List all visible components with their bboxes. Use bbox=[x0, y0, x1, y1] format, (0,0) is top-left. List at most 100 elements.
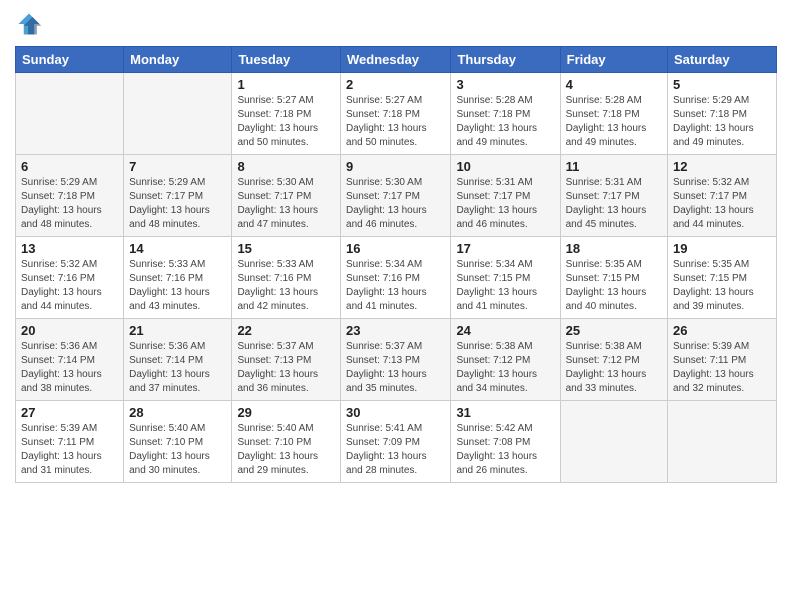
day-info: Sunrise: 5:30 AM Sunset: 7:17 PM Dayligh… bbox=[237, 176, 335, 232]
calendar-cell bbox=[124, 73, 232, 155]
day-number: 30 bbox=[346, 405, 445, 420]
calendar-table: SundayMondayTuesdayWednesdayThursdayFrid… bbox=[15, 46, 777, 483]
day-info: Sunrise: 5:36 AM Sunset: 7:14 PM Dayligh… bbox=[21, 340, 118, 396]
day-info: Sunrise: 5:40 AM Sunset: 7:10 PM Dayligh… bbox=[237, 422, 335, 478]
day-number: 21 bbox=[129, 323, 226, 338]
calendar-cell: 30 Sunrise: 5:41 AM Sunset: 7:09 PM Dayli… bbox=[341, 401, 451, 483]
day-number: 26 bbox=[673, 323, 771, 338]
day-info: Sunrise: 5:29 AM Sunset: 7:18 PM Dayligh… bbox=[673, 94, 771, 150]
day-number: 23 bbox=[346, 323, 445, 338]
day-number: 15 bbox=[237, 241, 335, 256]
calendar-cell: 6Sunrise: 5:29 AM Sunset: 7:18 PM Daylig… bbox=[16, 155, 124, 237]
day-info: Sunrise: 5:33 AM Sunset: 7:16 PM Dayligh… bbox=[237, 258, 335, 314]
day-number: 27 bbox=[21, 405, 118, 420]
calendar-week-row: 1Sunrise: 5:27 AM Sunset: 7:18 PM Daylig… bbox=[16, 73, 777, 155]
calendar-cell: 18 Sunrise: 5:35 AM Sunset: 7:15 PM Dayli… bbox=[560, 237, 667, 319]
day-info: Sunrise: 5:40 AM Sunset: 7:10 PM Dayligh… bbox=[129, 422, 226, 478]
day-info: Sunrise: 5:38 AM Sunset: 7:12 PM Dayligh… bbox=[456, 340, 554, 396]
day-info: Sunrise: 5:34 AM Sunset: 7:16 PM Dayligh… bbox=[346, 258, 445, 314]
calendar-cell: 21 Sunrise: 5:36 AM Sunset: 7:14 PM Dayli… bbox=[124, 319, 232, 401]
day-number: 10 bbox=[456, 159, 554, 174]
calendar-cell: 19 Sunrise: 5:35 AM Sunset: 7:15 PM Dayli… bbox=[668, 237, 777, 319]
calendar-cell: 13 Sunrise: 5:32 AM Sunset: 7:16 PM Dayli… bbox=[16, 237, 124, 319]
day-number: 29 bbox=[237, 405, 335, 420]
day-header-saturday: Saturday bbox=[668, 47, 777, 73]
calendar-cell: 23 Sunrise: 5:37 AM Sunset: 7:13 PM Dayli… bbox=[341, 319, 451, 401]
day-info: Sunrise: 5:30 AM Sunset: 7:17 PM Dayligh… bbox=[346, 176, 445, 232]
calendar-cell: 9 Sunrise: 5:30 AM Sunset: 7:17 PM Daylig… bbox=[341, 155, 451, 237]
calendar-cell: 4Sunrise: 5:28 AM Sunset: 7:18 PM Daylig… bbox=[560, 73, 667, 155]
day-number: 12 bbox=[673, 159, 771, 174]
calendar-cell: 8 Sunrise: 5:30 AM Sunset: 7:17 PM Daylig… bbox=[232, 155, 341, 237]
calendar-week-row: 13 Sunrise: 5:32 AM Sunset: 7:16 PM Dayli… bbox=[16, 237, 777, 319]
calendar-cell bbox=[668, 401, 777, 483]
day-number: 28 bbox=[129, 405, 226, 420]
calendar-header-row: SundayMondayTuesdayWednesdayThursdayFrid… bbox=[16, 47, 777, 73]
day-number: 18 bbox=[566, 241, 662, 256]
day-info: Sunrise: 5:42 AM Sunset: 7:08 PM Dayligh… bbox=[456, 422, 554, 478]
day-header-wednesday: Wednesday bbox=[341, 47, 451, 73]
day-info: Sunrise: 5:39 AM Sunset: 7:11 PM Dayligh… bbox=[673, 340, 771, 396]
day-info: Sunrise: 5:28 AM Sunset: 7:18 PM Dayligh… bbox=[566, 94, 662, 150]
day-info: Sunrise: 5:29 AM Sunset: 7:17 PM Dayligh… bbox=[129, 176, 226, 232]
day-number: 20 bbox=[21, 323, 118, 338]
calendar-cell: 16 Sunrise: 5:34 AM Sunset: 7:16 PM Dayli… bbox=[341, 237, 451, 319]
day-info: Sunrise: 5:29 AM Sunset: 7:18 PM Dayligh… bbox=[21, 176, 118, 232]
calendar-cell bbox=[16, 73, 124, 155]
day-header-tuesday: Tuesday bbox=[232, 47, 341, 73]
calendar-cell: 26 Sunrise: 5:39 AM Sunset: 7:11 PM Dayli… bbox=[668, 319, 777, 401]
calendar-week-row: 6Sunrise: 5:29 AM Sunset: 7:18 PM Daylig… bbox=[16, 155, 777, 237]
day-header-thursday: Thursday bbox=[451, 47, 560, 73]
day-info: Sunrise: 5:37 AM Sunset: 7:13 PM Dayligh… bbox=[346, 340, 445, 396]
calendar-week-row: 27 Sunrise: 5:39 AM Sunset: 7:11 PM Dayli… bbox=[16, 401, 777, 483]
calendar-cell: 12 Sunrise: 5:32 AM Sunset: 7:17 PM Dayli… bbox=[668, 155, 777, 237]
day-info: Sunrise: 5:34 AM Sunset: 7:15 PM Dayligh… bbox=[456, 258, 554, 314]
day-info: Sunrise: 5:31 AM Sunset: 7:17 PM Dayligh… bbox=[566, 176, 662, 232]
day-info: Sunrise: 5:33 AM Sunset: 7:16 PM Dayligh… bbox=[129, 258, 226, 314]
calendar-cell: 27 Sunrise: 5:39 AM Sunset: 7:11 PM Dayli… bbox=[16, 401, 124, 483]
day-info: Sunrise: 5:39 AM Sunset: 7:11 PM Dayligh… bbox=[21, 422, 118, 478]
day-number: 19 bbox=[673, 241, 771, 256]
day-number: 16 bbox=[346, 241, 445, 256]
calendar-cell: 25 Sunrise: 5:38 AM Sunset: 7:12 PM Dayli… bbox=[560, 319, 667, 401]
day-number: 14 bbox=[129, 241, 226, 256]
calendar-cell: 31 Sunrise: 5:42 AM Sunset: 7:08 PM Dayli… bbox=[451, 401, 560, 483]
calendar-cell: 29 Sunrise: 5:40 AM Sunset: 7:10 PM Dayli… bbox=[232, 401, 341, 483]
day-info: Sunrise: 5:38 AM Sunset: 7:12 PM Dayligh… bbox=[566, 340, 662, 396]
day-number: 5 bbox=[673, 77, 771, 92]
calendar-cell: 11Sunrise: 5:31 AM Sunset: 7:17 PM Dayli… bbox=[560, 155, 667, 237]
day-info: Sunrise: 5:31 AM Sunset: 7:17 PM Dayligh… bbox=[456, 176, 554, 232]
day-number: 13 bbox=[21, 241, 118, 256]
calendar-cell: 20 Sunrise: 5:36 AM Sunset: 7:14 PM Dayli… bbox=[16, 319, 124, 401]
calendar-cell: 3Sunrise: 5:28 AM Sunset: 7:18 PM Daylig… bbox=[451, 73, 560, 155]
day-number: 9 bbox=[346, 159, 445, 174]
day-info: Sunrise: 5:32 AM Sunset: 7:17 PM Dayligh… bbox=[673, 176, 771, 232]
day-number: 8 bbox=[237, 159, 335, 174]
day-header-sunday: Sunday bbox=[16, 47, 124, 73]
day-number: 7 bbox=[129, 159, 226, 174]
day-number: 22 bbox=[237, 323, 335, 338]
day-number: 2 bbox=[346, 77, 445, 92]
calendar-cell: 24Sunrise: 5:38 AM Sunset: 7:12 PM Dayli… bbox=[451, 319, 560, 401]
day-info: Sunrise: 5:32 AM Sunset: 7:16 PM Dayligh… bbox=[21, 258, 118, 314]
day-header-monday: Monday bbox=[124, 47, 232, 73]
calendar-cell: 1Sunrise: 5:27 AM Sunset: 7:18 PM Daylig… bbox=[232, 73, 341, 155]
day-info: Sunrise: 5:41 AM Sunset: 7:09 PM Dayligh… bbox=[346, 422, 445, 478]
page: SundayMondayTuesdayWednesdayThursdayFrid… bbox=[0, 0, 792, 612]
logo-icon bbox=[15, 10, 43, 38]
calendar-cell: 2Sunrise: 5:27 AM Sunset: 7:18 PM Daylig… bbox=[341, 73, 451, 155]
calendar-cell: 28 Sunrise: 5:40 AM Sunset: 7:10 PM Dayli… bbox=[124, 401, 232, 483]
calendar-cell: 7 Sunrise: 5:29 AM Sunset: 7:17 PM Daylig… bbox=[124, 155, 232, 237]
logo bbox=[15, 10, 46, 38]
calendar-week-row: 20 Sunrise: 5:36 AM Sunset: 7:14 PM Dayli… bbox=[16, 319, 777, 401]
day-number: 25 bbox=[566, 323, 662, 338]
day-number: 31 bbox=[456, 405, 554, 420]
day-number: 3 bbox=[456, 77, 554, 92]
calendar-cell: 22Sunrise: 5:37 AM Sunset: 7:13 PM Dayli… bbox=[232, 319, 341, 401]
day-info: Sunrise: 5:36 AM Sunset: 7:14 PM Dayligh… bbox=[129, 340, 226, 396]
calendar-cell bbox=[560, 401, 667, 483]
day-info: Sunrise: 5:35 AM Sunset: 7:15 PM Dayligh… bbox=[566, 258, 662, 314]
day-info: Sunrise: 5:35 AM Sunset: 7:15 PM Dayligh… bbox=[673, 258, 771, 314]
calendar-cell: 15 Sunrise: 5:33 AM Sunset: 7:16 PM Dayli… bbox=[232, 237, 341, 319]
calendar-cell: 14 Sunrise: 5:33 AM Sunset: 7:16 PM Dayli… bbox=[124, 237, 232, 319]
